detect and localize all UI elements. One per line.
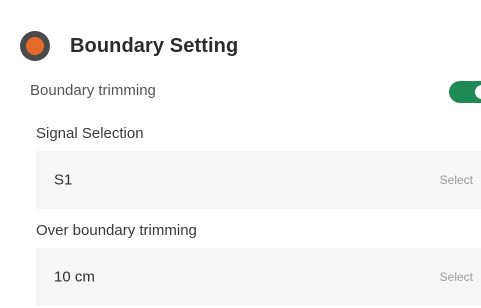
boundary-trimming-label: Boundary trimming	[30, 82, 156, 99]
record-dot-icon-center	[26, 37, 44, 55]
panel-header: Boundary Setting	[20, 28, 238, 64]
boundary-setting-panel: Boundary Setting Boundary trimming Signa…	[0, 0, 481, 308]
signal-selection-value: S1	[54, 171, 73, 189]
over-boundary-trimming-select[interactable]: 10 cm Select	[36, 248, 481, 306]
signal-selection-select-button[interactable]: Select	[440, 173, 473, 187]
toggle-knob	[475, 85, 481, 99]
boundary-trimming-row: Boundary trimming	[30, 78, 481, 106]
boundary-trimming-toggle[interactable]	[449, 81, 481, 103]
over-boundary-trimming-select-button[interactable]: Select	[440, 270, 473, 284]
over-boundary-trimming-value: 10 cm	[54, 268, 95, 286]
panel-title: Boundary Setting	[70, 34, 239, 57]
over-boundary-trimming-label: Over boundary trimming	[36, 222, 197, 239]
signal-selection-label: Signal Selection	[36, 125, 144, 142]
record-dot-icon	[20, 31, 50, 61]
signal-selection-select[interactable]: S1 Select	[36, 151, 481, 209]
